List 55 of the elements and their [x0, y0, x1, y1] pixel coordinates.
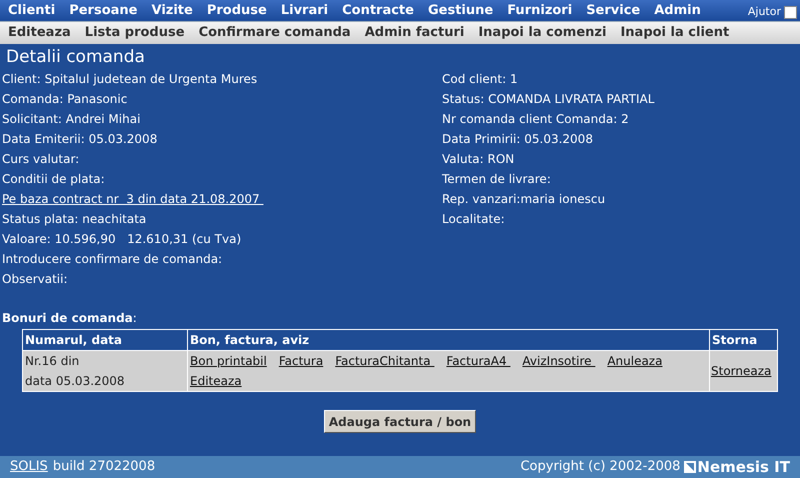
menu-item[interactable]: Clienti [8, 0, 56, 20]
field-text: Data Emiterii: 05.03.2008 [2, 132, 158, 146]
document-link[interactable]: AvizInsotire [522, 351, 596, 371]
page-title: Detalii comanda [5, 46, 146, 68]
field-text: Valoare: 10.596,90 12.610,31 (cu Tva) [2, 232, 242, 246]
app-link[interactable]: SOLIS [10, 457, 48, 477]
field-text: Nr comanda client Comanda: 2 [442, 112, 629, 126]
menu-item[interactable]: Furnizori [507, 0, 572, 20]
field-text: Cod client: 1 [442, 72, 518, 86]
logo-icon [684, 461, 696, 473]
table-cell: Nr.16 din data 05.03.2008 [22, 350, 188, 392]
field-text: Solicitant: Andrei Mihai [2, 112, 140, 126]
menu-item[interactable]: Persoane [69, 0, 138, 20]
field-text: Rep. vanzari:maria ionescu [442, 192, 606, 206]
menu-item[interactable]: Contracte [342, 0, 414, 20]
copyright-label: Copyright (c) 2002-2008 [520, 458, 680, 476]
column-header: Numarul, data [22, 330, 188, 350]
document-link[interactable]: Bon printabil [190, 351, 267, 371]
field-text: Valuta: RON [442, 152, 514, 166]
field-text: Introducere confirmare de comanda: [2, 252, 222, 266]
document-link[interactable]: Anuleaza [607, 351, 662, 371]
brand-label: Nemesis IT [697, 456, 790, 478]
sub-menu-item[interactable]: Confirmare comanda [198, 23, 351, 43]
contract-link[interactable]: Pe baza contract nr 3 din data 21.08.2007 [2, 192, 264, 206]
section-label: Bonuri de comanda: [2, 311, 137, 325]
field-text: Comanda: Panasonic [2, 92, 128, 106]
menu-item[interactable]: Service [586, 0, 640, 20]
sub-menu-item[interactable]: Inapoi la comenzi [478, 23, 606, 43]
help-label: Ajutor [748, 4, 781, 20]
field-text: Observatii: [2, 272, 68, 286]
build-label: build 27022008 [52, 458, 156, 476]
document-link[interactable]: Editeaza [190, 371, 242, 391]
field-text: Status plata: neachitata [2, 212, 146, 226]
menu-item[interactable]: Gestiune [428, 0, 494, 20]
add-invoice-button[interactable]: Adauga factura / bon [324, 410, 476, 433]
help-checkbox[interactable] [784, 6, 797, 18]
sub-menu-item[interactable]: Admin facturi [364, 23, 464, 43]
field-text: Client: Spitalul judetean de Urgenta Mures [2, 72, 258, 86]
field-text: Status: COMANDA LIVRATA PARTIAL [442, 92, 654, 106]
menu-item[interactable]: Livrari [280, 0, 328, 20]
column-header: Bon, factura, aviz [188, 330, 710, 350]
field-text: Conditii de plata: [2, 172, 105, 186]
sub-menu-item[interactable]: Inapoi la client [620, 23, 730, 43]
menu-item[interactable]: Produse [206, 0, 267, 20]
field-text: Termen de livrare: [442, 172, 551, 186]
menu-item[interactable]: Vizite [151, 0, 193, 20]
field-text: Data Primirii: 05.03.2008 [442, 132, 593, 146]
menu-item[interactable]: Admin [654, 0, 701, 20]
document-link[interactable]: Factura [278, 351, 324, 371]
document-link[interactable]: FacturaChitanta [335, 351, 434, 371]
sub-menu-item[interactable]: Editeaza [8, 23, 71, 43]
document-link[interactable]: FacturaA4 [446, 351, 510, 371]
field-text: Curs valutar: [2, 152, 80, 166]
sub-menu-item[interactable]: Lista produse [84, 23, 185, 43]
field-text: Localitate: [442, 212, 505, 226]
